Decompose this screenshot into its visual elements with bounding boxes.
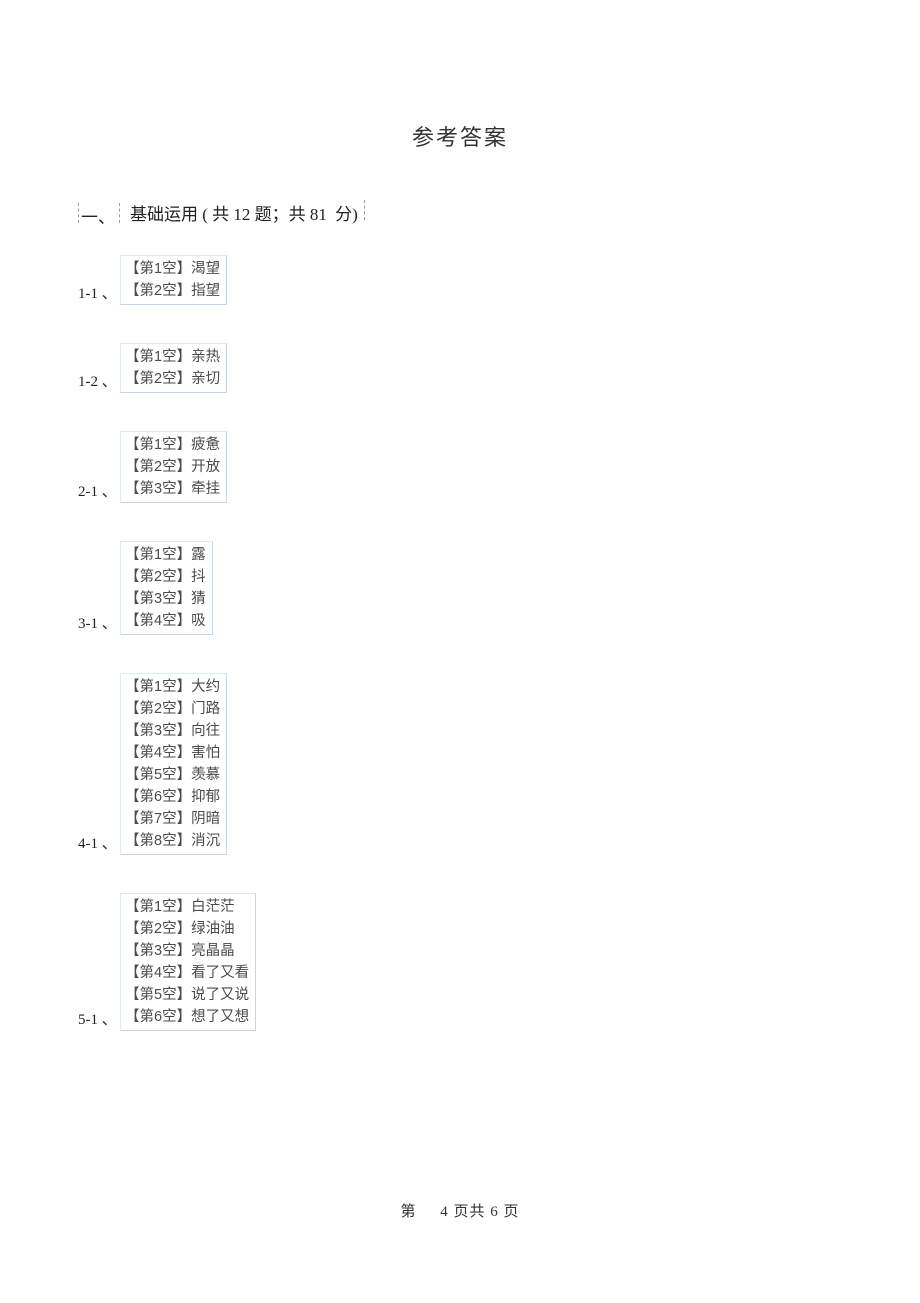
answer-group: 2-1 、 【第1空】疲惫 【第2空】开放 【第3空】牵挂 xyxy=(78,431,920,503)
answer-line: 【第3空】向往 xyxy=(125,720,220,742)
question-number: 1-1 、 xyxy=(78,282,117,303)
answer-box: 【第1空】白茫茫 【第2空】绿油油 【第3空】亮晶晶 【第4空】看了又看 【第5… xyxy=(120,893,256,1031)
answer-line: 【第6空】想了又想 xyxy=(125,1006,249,1028)
answer-line: 【第4空】看了又看 xyxy=(125,962,249,984)
question-number: 1-2 、 xyxy=(78,370,117,391)
answer-line: 【第8空】消沉 xyxy=(125,830,220,852)
section-detail-score: 81 xyxy=(310,205,327,224)
question-number: 2-1 、 xyxy=(78,480,117,501)
section-header: 一、 基础运用 ( 共 12 题；共 81 分) xyxy=(78,200,920,225)
answer-line: 【第2空】绿油油 xyxy=(125,918,249,940)
answer-line: 【第5空】羡慕 xyxy=(125,764,220,786)
footer-total: 6 xyxy=(490,1204,499,1220)
footer-prefix: 第 xyxy=(400,1204,416,1220)
answer-line: 【第1空】露 xyxy=(125,544,206,566)
answer-box: 【第1空】大约 【第2空】门路 【第3空】向往 【第4空】害怕 【第5空】羡慕 … xyxy=(120,673,227,855)
section-detail-count: 12 xyxy=(233,205,250,224)
answer-line: 【第2空】抖 xyxy=(125,566,206,588)
answer-line: 【第3空】猜 xyxy=(125,588,206,610)
answer-line: 【第1空】亲热 xyxy=(125,346,220,368)
footer-suffix: 页 xyxy=(504,1204,520,1220)
section-detail-suffix: 分) xyxy=(331,200,365,220)
answers-container: 1-1 、 【第1空】渴望 【第2空】指望 1-2 、 【第1空】亲热 【第2空… xyxy=(78,255,920,1031)
answer-line: 【第3空】牵挂 xyxy=(125,478,220,500)
answer-line: 【第6空】抑郁 xyxy=(125,786,220,808)
answer-line: 【第1空】白茫茫 xyxy=(125,896,249,918)
section-detail-mid: 题；共 xyxy=(255,205,306,224)
section-label-text: 基础运用 xyxy=(130,205,198,224)
answer-line: 【第2空】指望 xyxy=(125,280,220,302)
answer-line: 【第5空】说了又说 xyxy=(125,984,249,1006)
answer-line: 【第7空】阴暗 xyxy=(125,808,220,830)
answer-group: 5-1 、 【第1空】白茫茫 【第2空】绿油油 【第3空】亮晶晶 【第4空】看了… xyxy=(78,893,920,1031)
footer-page: 4 xyxy=(440,1204,449,1220)
answer-box: 【第1空】露 【第2空】抖 【第3空】猜 【第4空】吸 xyxy=(120,541,213,635)
answer-line: 【第4空】害怕 xyxy=(125,742,220,764)
answer-line: 【第1空】疲惫 xyxy=(125,434,220,456)
answer-line: 【第3空】亮晶晶 xyxy=(125,940,249,962)
answer-box: 【第1空】渴望 【第2空】指望 xyxy=(120,255,227,305)
answer-line: 【第4空】吸 xyxy=(125,610,206,632)
question-number: 5-1 、 xyxy=(78,1008,117,1029)
section-detail-prefix: ( 共 xyxy=(202,205,229,224)
section-number: 一、 xyxy=(78,203,120,223)
question-number: 4-1 、 xyxy=(78,832,117,853)
answer-box: 【第1空】亲热 【第2空】亲切 xyxy=(120,343,227,393)
page-footer: 第 4 页共 6 页 xyxy=(0,1200,920,1221)
footer-mid: 页共 xyxy=(453,1204,485,1220)
answer-box: 【第1空】疲惫 【第2空】开放 【第3空】牵挂 xyxy=(120,431,227,503)
answer-group: 3-1 、 【第1空】露 【第2空】抖 【第3空】猜 【第4空】吸 xyxy=(78,541,920,635)
answer-line: 【第2空】开放 xyxy=(125,456,220,478)
answer-group: 1-1 、 【第1空】渴望 【第2空】指望 xyxy=(78,255,920,305)
answer-group: 1-2 、 【第1空】亲热 【第2空】亲切 xyxy=(78,343,920,393)
answer-line: 【第2空】亲切 xyxy=(125,368,220,390)
answer-group: 4-1 、 【第1空】大约 【第2空】门路 【第3空】向往 【第4空】害怕 【第… xyxy=(78,673,920,855)
page-title: 参考答案 xyxy=(0,0,920,152)
answer-line: 【第1空】渴望 xyxy=(125,258,220,280)
answer-line: 【第1空】大约 xyxy=(125,676,220,698)
section-label: 基础运用 ( 共 12 题；共 81 分) xyxy=(130,200,365,225)
question-number: 3-1 、 xyxy=(78,612,117,633)
answer-line: 【第2空】门路 xyxy=(125,698,220,720)
